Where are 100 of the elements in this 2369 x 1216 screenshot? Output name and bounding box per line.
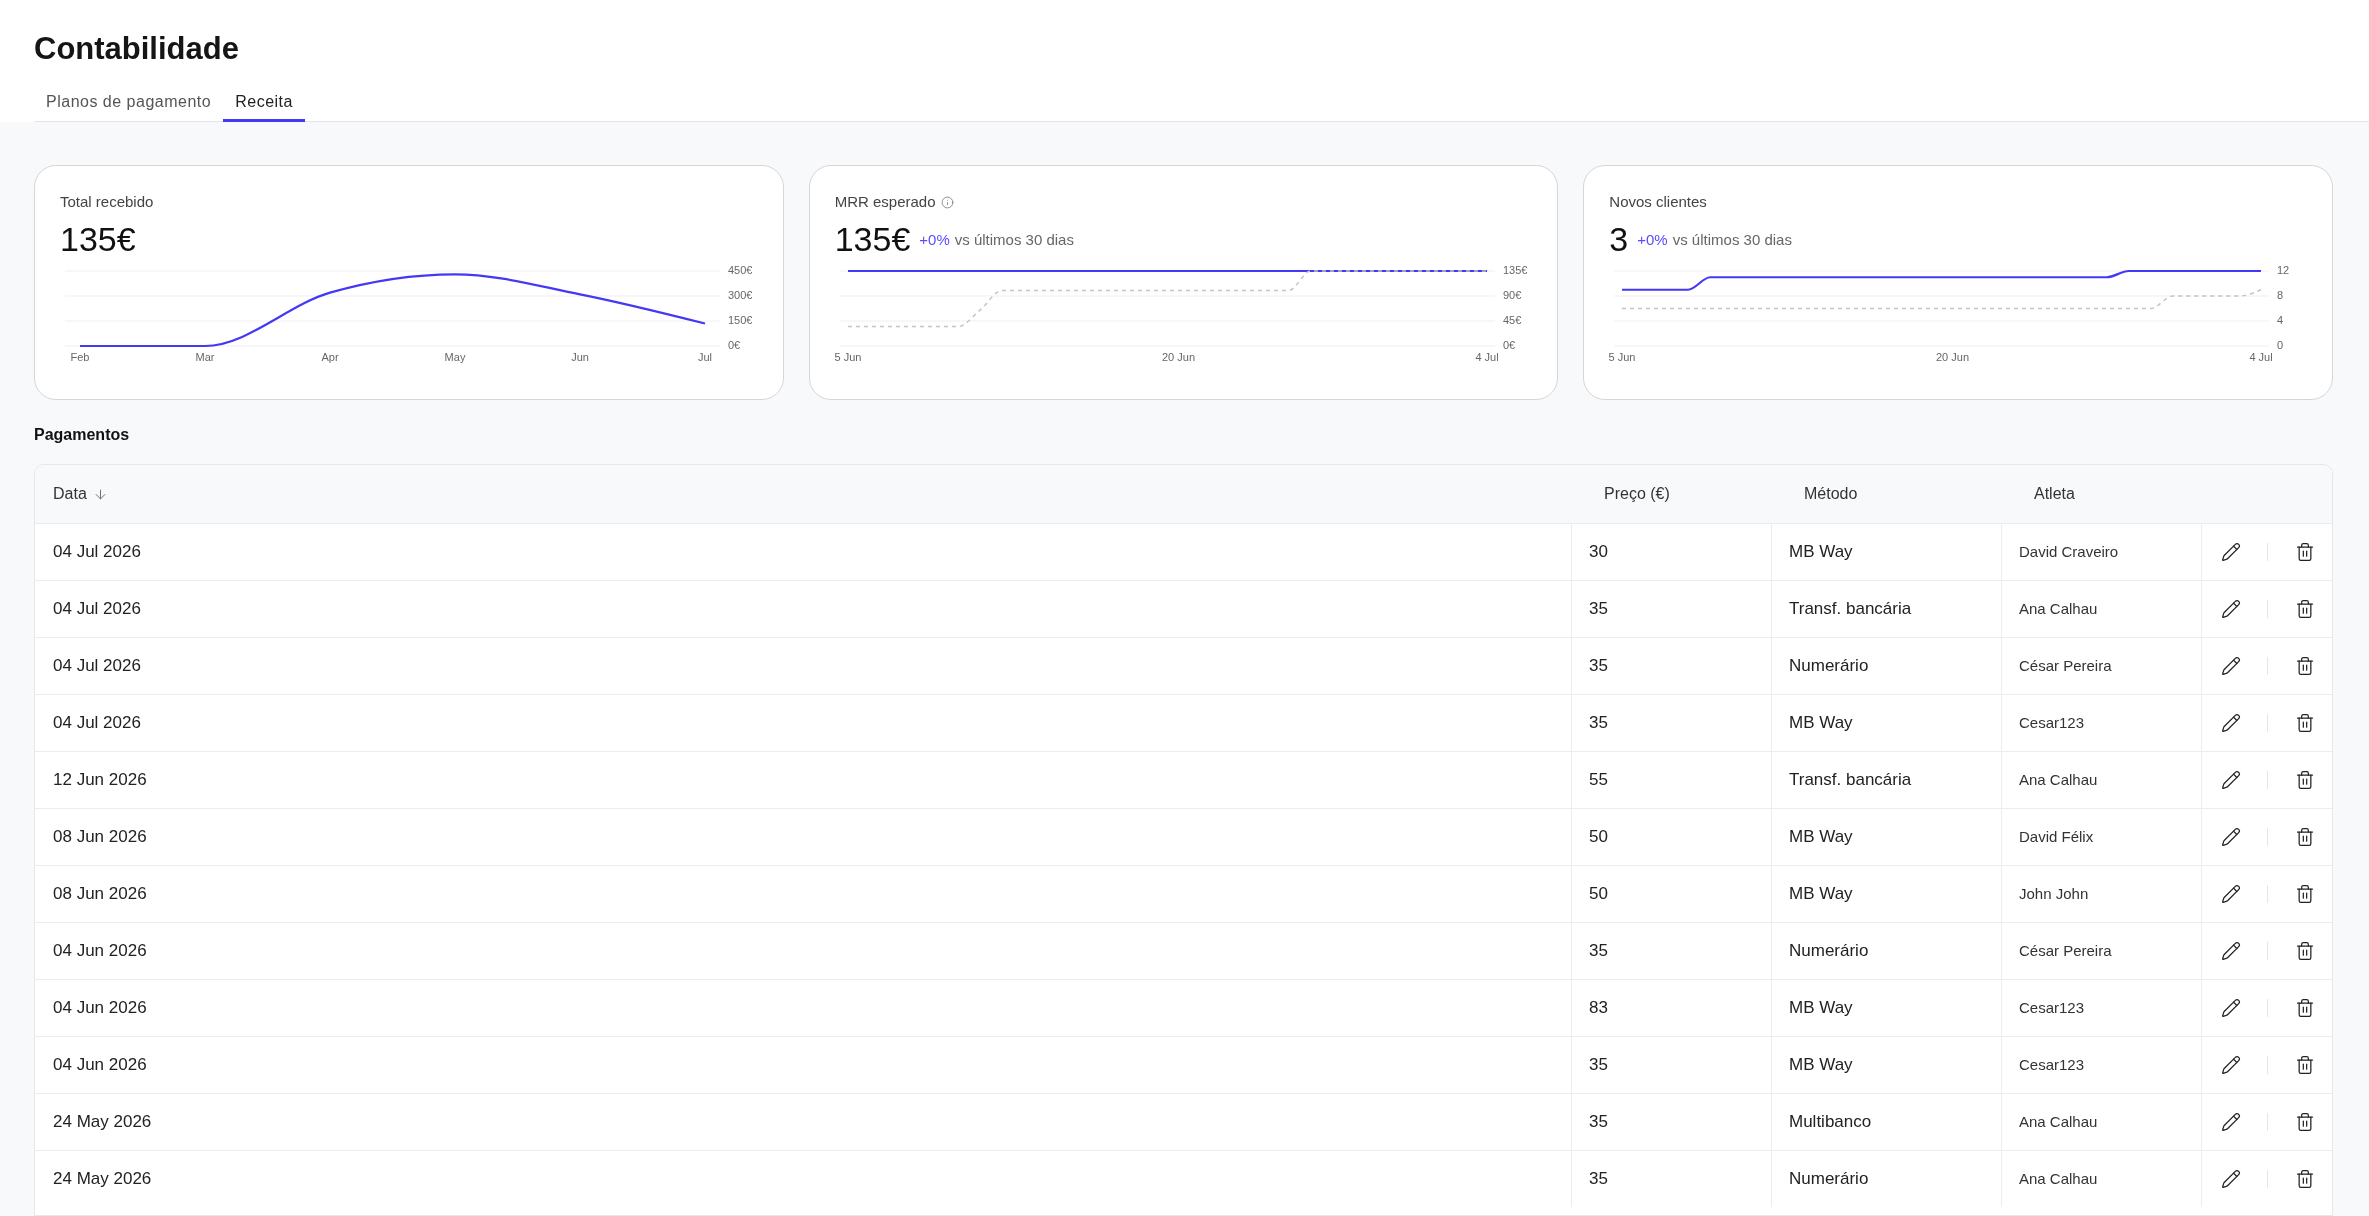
price-cell-text: 35 (1589, 655, 1608, 678)
y-axis-label: 12 (2277, 263, 2290, 276)
stat-value: 135€ (834, 219, 911, 260)
price-cell-text: 55 (1589, 769, 1608, 792)
method-cell-text: MB Way (1789, 712, 1853, 735)
trash-icon (2295, 542, 2315, 562)
trash-icon (2295, 599, 2315, 619)
method-cell-text: Numerário (1789, 940, 1869, 963)
card-title: MRR esperado (834, 192, 936, 212)
column-header: Método (1804, 484, 1858, 504)
trash-icon (2295, 713, 2315, 733)
tab[interactable]: Planos de pagamento (34, 81, 224, 122)
y-axis-label: 300€ (728, 288, 753, 301)
date-cell-text: 08 Jun 2026 (53, 883, 147, 906)
athlete-cell-text: Ana Calhau (2019, 1168, 2098, 1189)
trash-icon (2295, 1055, 2315, 1075)
y-axis-label: 4 (2277, 313, 2284, 326)
date-cell-text: 12 Jun 2026 (53, 769, 147, 792)
method-cell-text: Multibanco (1789, 1111, 1872, 1134)
y-axis-label: 45€ (1502, 313, 1521, 326)
comparison-text: vs últimos 30 dias (1672, 230, 1792, 250)
athlete-cell-text: Cesar123 (2019, 997, 2085, 1018)
pencil-icon (2221, 1112, 2241, 1132)
x-axis-label: 20 Jun (1936, 350, 1970, 363)
y-axis-label: 135€ (1502, 263, 1528, 276)
price-cell-text: 35 (1589, 1168, 1608, 1191)
x-axis-label: Jul (697, 350, 713, 363)
date-cell-text: 04 Jul 2026 (53, 712, 141, 735)
x-axis-label: 4 Jul (1475, 350, 1499, 363)
method-cell-text: Numerário (1789, 655, 1869, 678)
trash-icon (2295, 941, 2315, 961)
method-cell-text: Transf. bancária (1789, 769, 1912, 792)
tab[interactable]: Receita (223, 81, 305, 122)
date-cell-text: 24 May 2026 (53, 1111, 152, 1134)
athlete-cell-text: David Félix (2019, 826, 2094, 847)
sort-column-header[interactable]: Data (53, 482, 108, 506)
pencil-icon (2221, 1169, 2241, 1189)
method-cell-text: MB Way (1789, 541, 1853, 564)
method-cell-text: MB Way (1789, 883, 1853, 906)
price-cell-text: 35 (1589, 1054, 1608, 1077)
price-cell-text: 35 (1589, 598, 1608, 621)
athlete-cell-text: César Pereira (2019, 940, 2112, 961)
date-cell-text: 04 Jul 2026 (53, 655, 141, 678)
date-cell-text: 04 Jun 2026 (53, 940, 147, 963)
pencil-icon (2221, 1055, 2241, 1075)
trash-icon (2295, 770, 2315, 790)
method-cell-text: MB Way (1789, 997, 1853, 1020)
section-title: Pagamentos (34, 425, 131, 445)
comparison-text: vs últimos 30 dias (954, 230, 1074, 250)
card-title: Novos clientes (1609, 192, 1707, 212)
pencil-icon (2221, 827, 2241, 847)
price-cell-text: 35 (1589, 712, 1608, 735)
price-cell-text: 50 (1589, 883, 1608, 906)
trash-icon (2295, 998, 2315, 1018)
trash-icon (2295, 827, 2315, 847)
x-axis-label: 5 Jun (1608, 350, 1636, 363)
date-cell-text: 24 May 2026 (53, 1168, 152, 1191)
athlete-cell-text: John John (2019, 883, 2089, 904)
x-axis-label: Jun (571, 350, 589, 363)
athlete-cell-text: Cesar123 (2019, 1054, 2085, 1075)
change-percent: +0% (1637, 230, 1668, 250)
pencil-icon (2221, 998, 2241, 1018)
card-title: Total recebido (60, 192, 154, 212)
column-header: Atleta (2034, 484, 2075, 504)
pencil-icon (2221, 713, 2241, 733)
y-axis-label: 8 (2277, 288, 2284, 301)
x-axis-label: 20 Jun (1161, 350, 1195, 363)
athlete-cell-text: Ana Calhau (2019, 1111, 2098, 1132)
method-cell-text: MB Way (1789, 826, 1853, 849)
price-cell-text: 35 (1589, 940, 1608, 963)
price-cell-text: 35 (1589, 1111, 1608, 1134)
stat-value: 3 (1609, 219, 1629, 260)
date-cell-text: 08 Jun 2026 (53, 826, 147, 849)
trash-icon (2295, 1169, 2315, 1189)
price-cell-text: 30 (1589, 541, 1608, 564)
trash-icon (2295, 656, 2315, 676)
stat-value: 135€ (60, 219, 136, 260)
y-axis-label: 450€ (728, 263, 753, 276)
date-cell-text: 04 Jul 2026 (53, 541, 141, 564)
method-cell-text: MB Way (1789, 1054, 1853, 1077)
athlete-cell-text: David Craveiro (2019, 541, 2119, 562)
pencil-icon (2221, 599, 2241, 619)
pencil-icon (2221, 884, 2241, 904)
date-cell-text: 04 Jun 2026 (53, 997, 147, 1020)
pencil-icon (2221, 656, 2241, 676)
price-cell-text: 83 (1589, 997, 1608, 1020)
y-axis-label: 0€ (728, 338, 741, 351)
x-axis-label: Feb (70, 350, 90, 363)
y-axis-label: 0 (2277, 338, 2284, 351)
y-axis-label: 90€ (1502, 288, 1521, 301)
x-axis-label: May (444, 350, 466, 363)
date-cell-text: 04 Jul 2026 (53, 598, 141, 621)
x-axis-label: 5 Jun (834, 350, 862, 363)
page-title: Contabilidade (34, 30, 240, 68)
column-header: Preço (€) (1604, 484, 1670, 504)
pencil-icon (2221, 542, 2241, 562)
date-cell-text: 04 Jun 2026 (53, 1054, 147, 1077)
price-cell-text: 50 (1589, 826, 1608, 849)
x-axis-label: 4 Jul (2249, 350, 2273, 363)
pencil-icon (2221, 770, 2241, 790)
